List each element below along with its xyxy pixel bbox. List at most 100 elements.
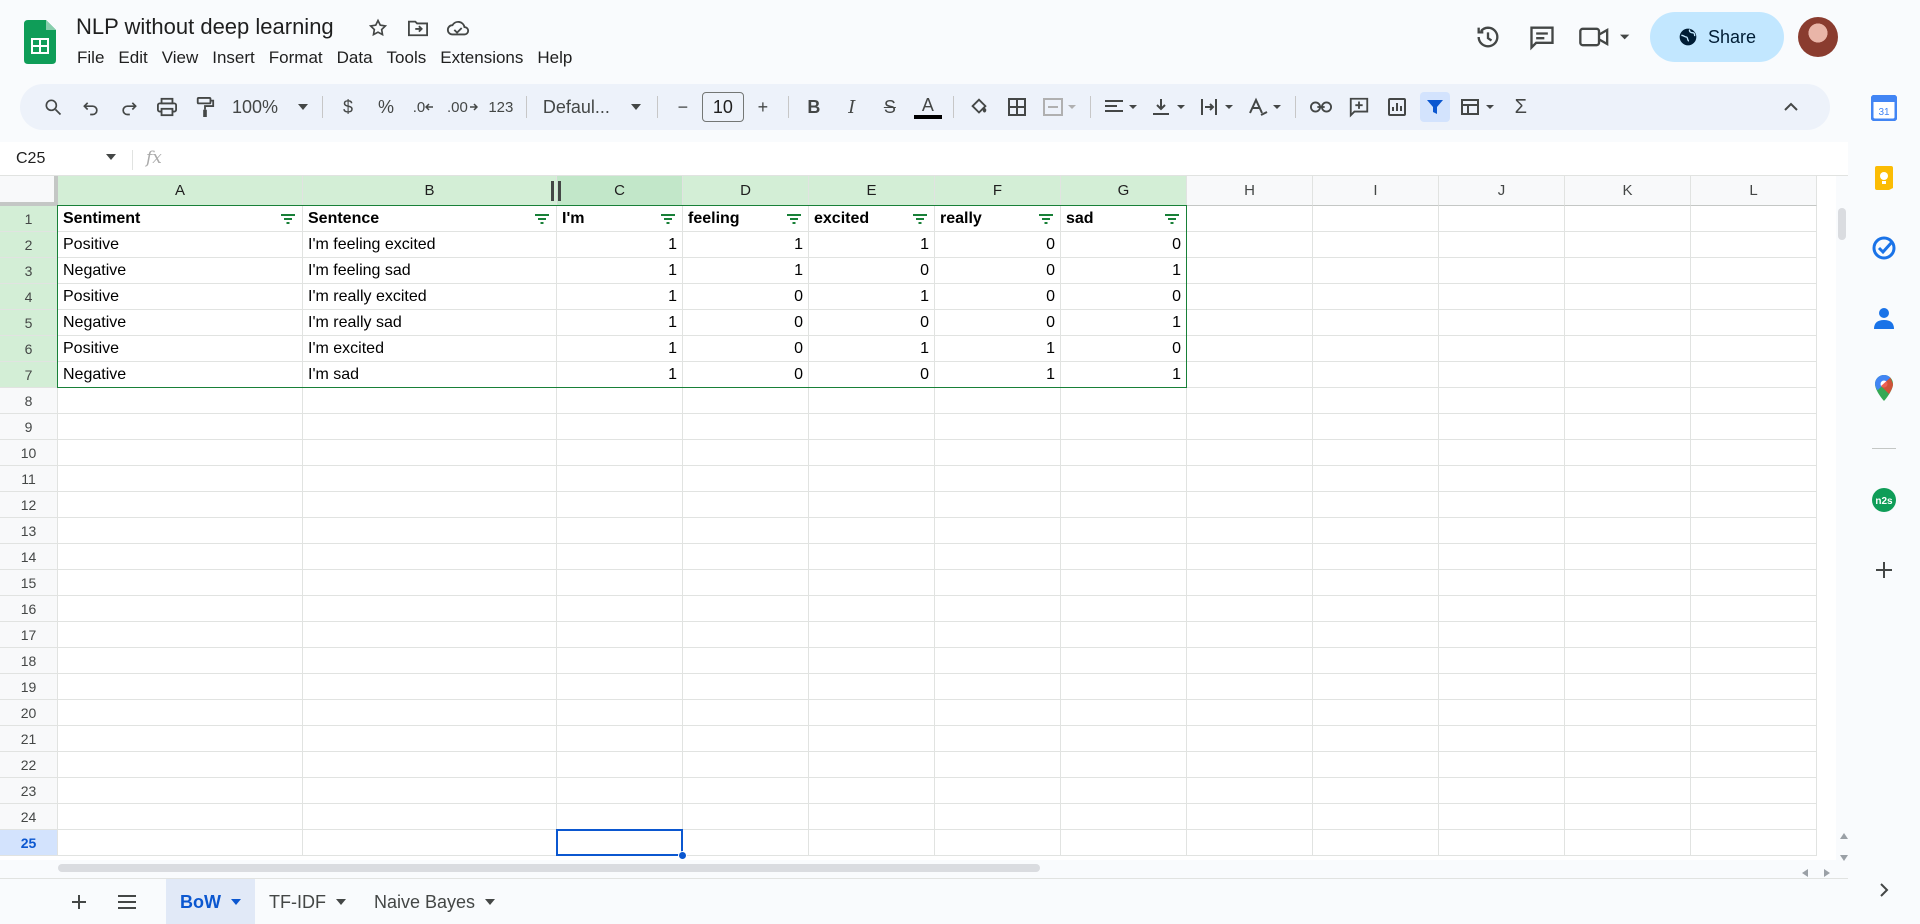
search-menus-icon[interactable] [38, 92, 68, 122]
italic-button[interactable]: I [837, 92, 867, 122]
table-cell[interactable]: I'm feeling sad [303, 258, 556, 284]
table-cell[interactable]: 1 [1061, 258, 1186, 284]
table-header-cell[interactable]: sad [1061, 206, 1186, 232]
table-cell[interactable]: 0 [935, 310, 1060, 336]
strikethrough-button[interactable]: S [875, 92, 905, 122]
row-header-8[interactable]: 8 [0, 388, 58, 414]
vertical-align-icon[interactable] [1149, 92, 1189, 122]
table-header-cell[interactable]: Sentence [303, 206, 556, 232]
select-all-corner[interactable] [0, 176, 58, 206]
table-cell[interactable]: 1 [683, 232, 808, 258]
table-cell[interactable]: 0 [935, 284, 1060, 310]
row-header-22[interactable]: 22 [0, 752, 58, 778]
functions-button[interactable]: Σ [1506, 92, 1536, 122]
chevron-down-icon[interactable] [335, 899, 346, 905]
column-header-j[interactable]: J [1439, 176, 1565, 206]
calendar-icon[interactable]: 31 [1870, 94, 1898, 122]
column-filter-icon[interactable] [1164, 213, 1180, 225]
table-header-cell[interactable]: really [935, 206, 1060, 232]
column-header-a[interactable]: A [58, 176, 303, 206]
column-header-b[interactable]: B [303, 176, 557, 206]
table-header-cell[interactable]: excited [809, 206, 934, 232]
merge-cells-icon[interactable] [1040, 92, 1080, 122]
paint-format-icon[interactable] [190, 92, 220, 122]
menu-help[interactable]: Help [530, 46, 579, 70]
column-header-h[interactable]: H [1187, 176, 1313, 206]
column-filter-icon[interactable] [912, 213, 928, 225]
row-header-6[interactable]: 6 [0, 336, 58, 362]
column-filter-icon[interactable] [280, 213, 296, 225]
get-addons-plus-icon[interactable] [1870, 556, 1898, 584]
table-cell[interactable]: 0 [1061, 336, 1186, 362]
row-header-15[interactable]: 15 [0, 570, 58, 596]
column-filter-icon[interactable] [534, 213, 550, 225]
increase-decimal-button[interactable]: .00 [447, 92, 478, 122]
table-cell[interactable]: 1 [935, 336, 1060, 362]
fill-handle[interactable] [678, 851, 687, 860]
row-header-21[interactable]: 21 [0, 726, 58, 752]
table-cell[interactable]: Negative [58, 258, 302, 284]
table-cell[interactable]: I'm really sad [303, 310, 556, 336]
text-rotation-icon[interactable] [1245, 92, 1285, 122]
row-header-5[interactable]: 5 [0, 310, 58, 336]
scroll-up-icon[interactable] [1840, 826, 1848, 844]
column-resize-handle[interactable] [558, 181, 561, 201]
table-cell[interactable]: 1 [809, 336, 934, 362]
table-cell[interactable]: 1 [809, 232, 934, 258]
table-cell[interactable]: 0 [1061, 284, 1186, 310]
column-header-k[interactable]: K [1565, 176, 1691, 206]
row-header-4[interactable]: 4 [0, 284, 58, 310]
row-header-16[interactable]: 16 [0, 596, 58, 622]
row-header-2[interactable]: 2 [0, 232, 58, 258]
more-formats-button[interactable]: 123 [486, 92, 516, 122]
column-header-i[interactable]: I [1313, 176, 1439, 206]
table-cell[interactable]: 1 [557, 336, 682, 362]
table-cell[interactable]: I'm feeling excited [303, 232, 556, 258]
all-sheets-icon[interactable] [112, 887, 142, 917]
table-cell[interactable]: 1 [557, 284, 682, 310]
table-cell[interactable]: 0 [809, 258, 934, 284]
table-cell[interactable]: 1 [683, 258, 808, 284]
collapse-toolbar-icon[interactable] [1776, 92, 1806, 122]
sheet-tab-naive-bayes[interactable]: Naive Bayes [360, 879, 509, 924]
meet-icon[interactable] [1576, 17, 1636, 57]
table-cell[interactable]: I'm sad [303, 362, 556, 388]
table-cell[interactable]: 0 [1061, 232, 1186, 258]
table-cell[interactable]: 1 [935, 362, 1060, 388]
horizontal-align-icon[interactable] [1101, 92, 1141, 122]
sheet-tab-bow[interactable]: BoW [166, 879, 255, 924]
column-filter-icon[interactable] [786, 213, 802, 225]
table-header-cell[interactable]: feeling [683, 206, 808, 232]
row-header-10[interactable]: 10 [0, 440, 58, 466]
table-cell[interactable]: 1 [557, 232, 682, 258]
comments-icon[interactable] [1522, 17, 1562, 57]
table-cell[interactable]: 0 [683, 284, 808, 310]
row-header-1[interactable]: 1 [0, 206, 58, 232]
table-cell[interactable]: Negative [58, 362, 302, 388]
insert-comment-icon[interactable] [1344, 92, 1374, 122]
table-cell[interactable]: 0 [935, 232, 1060, 258]
maps-icon[interactable] [1870, 374, 1898, 402]
table-cell[interactable]: I'm really excited [303, 284, 556, 310]
spreadsheet-grid[interactable]: A B C D E F G H I J K L 1 2 3 4 5 6 7 8 9 10 11 12 13 14 15 16 17 18 1… [0, 176, 1836, 860]
column-header-d[interactable]: D [683, 176, 809, 206]
table-cell[interactable]: 0 [935, 258, 1060, 284]
table-cell[interactable]: 0 [683, 362, 808, 388]
menu-extensions[interactable]: Extensions [433, 46, 530, 70]
row-header-25[interactable]: 25 [0, 830, 58, 856]
row-header-9[interactable]: 9 [0, 414, 58, 440]
share-button[interactable]: Share [1650, 12, 1784, 62]
row-header-24[interactable]: 24 [0, 804, 58, 830]
row-header-12[interactable]: 12 [0, 492, 58, 518]
fill-color-icon[interactable] [964, 92, 994, 122]
row-header-7[interactable]: 7 [0, 362, 58, 388]
table-cell[interactable]: I'm excited [303, 336, 556, 362]
contacts-icon[interactable] [1870, 304, 1898, 332]
zoom-select[interactable]: 100% [228, 92, 312, 122]
filter-icon[interactable] [1419, 92, 1450, 122]
row-header-13[interactable]: 13 [0, 518, 58, 544]
table-cell[interactable]: 0 [809, 310, 934, 336]
sheet-tab-tf-idf[interactable]: TF-IDF [255, 879, 360, 924]
undo-icon[interactable] [76, 92, 106, 122]
table-cell[interactable]: Negative [58, 310, 302, 336]
